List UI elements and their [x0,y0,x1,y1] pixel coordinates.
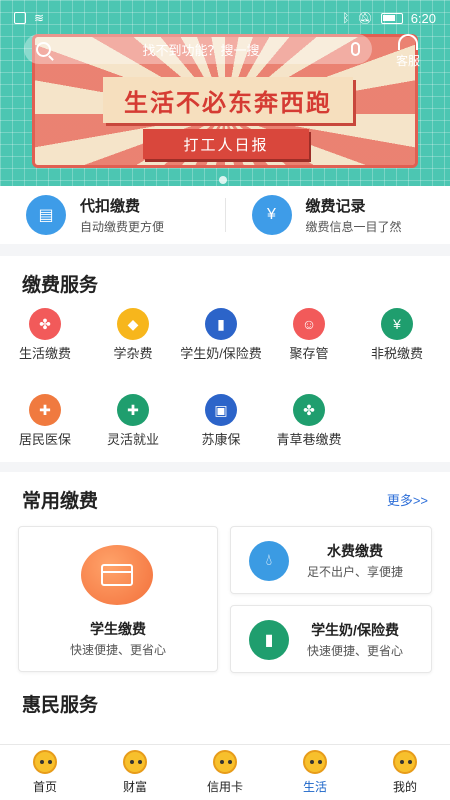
search-icon [36,41,51,57]
service-sukangbao[interactable]: ▣ 苏康保 [176,394,266,447]
bank-card-icon [81,545,153,605]
service-flexible-employment[interactable]: ✚ 灵活就业 [88,394,178,447]
card-subtitle: 足不出户、享便捷 [307,565,404,579]
service-label: 苏康保 [201,432,241,447]
payment-record-subtitle: 缴费信息一目了然 [305,220,402,234]
quick-actions: ▤ 代扣缴费 自动缴费更方便 ¥ 缴费记录 缴费信息一目了然 [0,186,450,244]
microphone-icon[interactable] [351,42,360,56]
face-icon: ☺ [293,308,325,340]
service-non-tax[interactable]: ¥ 非税缴费 [352,308,442,361]
clover-icon: ✤ [293,394,325,426]
tab-label: 首页 [32,780,57,794]
service-jucunguan[interactable]: ☺ 聚存管 [264,308,354,361]
service-label: 青草巷缴费 [276,432,342,447]
section-title: 缴费服务 [22,275,99,296]
auto-debit-button[interactable]: ▤ 代扣缴费 自动缴费更方便 [0,195,225,235]
auto-debit-title: 代扣缴费 [80,198,141,215]
clock: 6:20 [410,10,436,26]
student-milk-card[interactable]: ▮ 学生奶/保险费 快速便捷、更省心 [230,605,432,673]
service-label: 学生奶/保险费 [180,346,262,361]
service-medical-insurance[interactable]: ✚ 居民医保 [0,394,90,447]
service-label: 生活缴费 [18,346,71,361]
mine-mascot-icon [393,750,417,774]
card-title: 学生奶/保险费 [311,622,399,638]
status-bar: ≋ ᛒ 🔕︎ 6:20 [0,0,450,36]
banner-indicator [219,176,227,184]
section-title: 常用缴费 [22,491,99,512]
tab-label: 信用卡 [206,780,243,794]
service-label: 学杂费 [113,346,153,361]
nurse-cap-icon: ✚ [29,394,61,426]
customer-service-label: 客服 [395,54,420,68]
life-mascot-icon [303,750,327,774]
banner-headline: 生活不必东奔西跑 [103,77,353,123]
tab-credit-card[interactable]: 信用卡 [180,745,270,800]
tab-life[interactable]: 生活 [270,745,360,800]
mute-icon: 🔕︎ [357,11,373,25]
card-title: 水费缴费 [327,543,383,559]
tab-home[interactable]: 首页 [0,745,90,800]
tab-label: 我的 [392,780,417,794]
service-label: 灵活就业 [106,432,159,447]
section-title: 惠民服务 [22,695,99,716]
money-bag-icon: ¥ [381,308,413,340]
tab-label: 财富 [122,780,147,794]
banner-tag: 打工人日报 [143,129,309,159]
briefcase-icon: ▣ [205,394,237,426]
wifi-icon: ≋ [34,11,45,25]
service-qingcaoxiang[interactable]: ✤ 青草巷缴费 [264,394,354,447]
credit-card-mascot-icon [213,750,237,774]
payment-record-title: 缴费记录 [305,198,366,215]
water-drop-icon: 💧︎ [249,541,289,581]
card-subtitle: 快速便捷、更省心 [69,643,166,657]
more-link[interactable]: 更多>> [387,490,428,509]
yen-icon: ¥ [251,195,292,235]
customer-service-button[interactable]: 客服 [388,34,428,74]
clover-icon: ✤ [29,308,61,340]
pay-services-section: 缴费服务 ✤ 生活缴费 ◆ 学杂费 ▮ 学生奶/保险费 ☺ 聚存管 ¥ 非税缴费… [0,256,450,462]
auto-debit-subtitle: 自动缴费更方便 [80,220,165,234]
water-payment-card[interactable]: 💧︎ 水费缴费 足不出户、享便捷 [230,526,432,594]
service-label: 居民医保 [18,432,71,447]
service-tuition[interactable]: ◆ 学杂费 [88,308,178,361]
bluetooth-icon: ᛒ [342,11,350,25]
search-bar[interactable]: 找不到功能？搜一搜 [24,34,372,64]
card-title: 学生缴费 [90,621,146,637]
milk-icon: ▮ [249,620,289,660]
wealth-mascot-icon [123,750,147,774]
notification-icon [14,12,26,24]
home-mascot-icon [33,750,57,774]
tab-label: 生活 [302,780,327,794]
document-icon: ▤ [26,195,66,235]
service-label: 非税缴费 [370,346,423,361]
tab-wealth[interactable]: 财富 [90,745,180,800]
payment-record-button[interactable]: ¥ 缴费记录 缴费信息一目了然 [226,195,450,235]
card-subtitle: 快速便捷、更省心 [307,644,404,658]
service-student-milk[interactable]: ▮ 学生奶/保险费 [176,308,266,361]
graduation-cap-icon: ◆ [117,308,149,340]
student-payment-card[interactable]: 学生缴费 快速便捷、更省心 [18,526,218,672]
service-living-payment[interactable]: ✤ 生活缴费 [0,308,90,361]
headset-icon [398,34,418,50]
milk-icon: ▮ [205,308,237,340]
medical-kit-icon: ✚ [117,394,149,426]
tab-mine[interactable]: 我的 [360,745,450,800]
search-placeholder: 找不到功能？搜一搜 [142,42,260,58]
service-label: 聚存管 [289,346,329,361]
battery-icon [380,12,403,24]
bottom-tab-bar: 首页 财富 信用卡 生活 我的 [0,744,450,800]
